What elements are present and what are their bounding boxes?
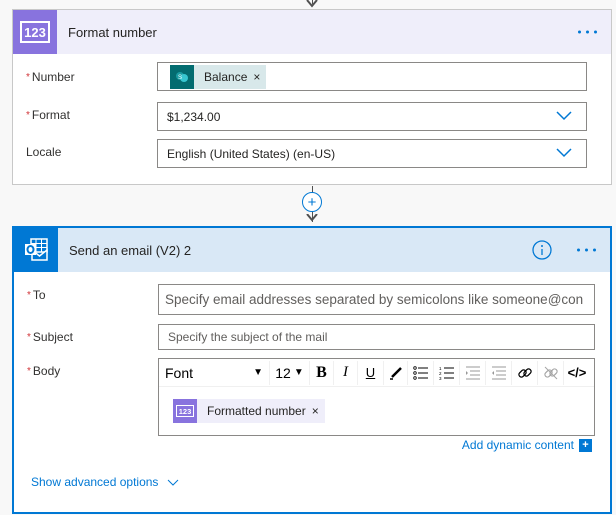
send-email-card: Send an email (V2) 2 * To Specify email a… bbox=[12, 226, 612, 514]
chevron-down-icon[interactable] bbox=[556, 111, 572, 121]
font-select[interactable]: Font ▼ bbox=[159, 360, 270, 385]
card-title: Format number bbox=[68, 24, 157, 40]
svg-text:123: 123 bbox=[24, 25, 46, 40]
subject-placeholder: Specify the subject of the mail bbox=[168, 330, 328, 344]
to-label: * To bbox=[27, 288, 46, 302]
indent-decrease-icon[interactable] bbox=[486, 360, 512, 385]
card-title: Send an email (V2) 2 bbox=[69, 242, 192, 258]
font-select-value: Font bbox=[165, 364, 194, 381]
font-size-value: 12 bbox=[275, 364, 291, 381]
outlook-icon bbox=[14, 228, 58, 272]
pen-icon[interactable] bbox=[384, 360, 408, 385]
locale-dropdown[interactable]: English (United States) (en-US) bbox=[157, 139, 587, 168]
locale-value: English (United States) (en-US) bbox=[167, 146, 336, 161]
arrow-down-icon bbox=[306, 0, 318, 8]
font-size-select[interactable]: 12 ▼ bbox=[270, 360, 310, 385]
ellipsis-icon[interactable] bbox=[578, 30, 597, 34]
numbered-list-icon[interactable]: 123 bbox=[434, 360, 460, 385]
body-label: * Body bbox=[27, 364, 61, 378]
plus-icon[interactable]: + bbox=[579, 438, 592, 452]
subject-input[interactable]: Specify the subject of the mail bbox=[158, 324, 595, 350]
add-dynamic-content[interactable]: Add dynamic content + bbox=[462, 438, 592, 452]
format-label: * Format bbox=[26, 108, 70, 122]
formatted-number-token[interactable]: 123 Formatted number × bbox=[173, 399, 325, 423]
to-input[interactable]: Specify email addresses separated by sem… bbox=[158, 284, 595, 315]
close-icon[interactable]: × bbox=[251, 70, 266, 84]
format-number-header[interactable]: 123 Format number bbox=[13, 10, 611, 54]
info-icon[interactable] bbox=[532, 240, 552, 260]
plus-circle-icon[interactable]: + bbox=[302, 192, 322, 212]
svg-text:3: 3 bbox=[439, 376, 442, 380]
balance-token[interactable]: S Balance × bbox=[170, 64, 267, 89]
arrow-down-icon bbox=[306, 214, 318, 222]
ellipsis-icon[interactable] bbox=[577, 248, 596, 252]
chevron-down-icon[interactable] bbox=[556, 148, 572, 158]
underline-button[interactable]: U bbox=[358, 360, 384, 385]
subject-label: * Subject bbox=[27, 330, 73, 344]
chevron-down-icon[interactable] bbox=[167, 479, 179, 486]
italic-button[interactable]: I bbox=[334, 360, 358, 385]
code-view-button[interactable]: </> bbox=[564, 361, 590, 385]
locale-label: Locale bbox=[26, 145, 62, 159]
format-dropdown[interactable]: $1,234.00 bbox=[157, 102, 587, 131]
body-editor[interactable]: Font ▼ 12 ▼ B I U 123 </> 123 Formatted … bbox=[158, 358, 595, 436]
number-input[interactable]: S Balance × bbox=[157, 62, 587, 91]
format-value: $1,234.00 bbox=[167, 109, 221, 124]
token-label: Formatted number bbox=[207, 404, 306, 418]
svg-text:S: S bbox=[178, 75, 182, 81]
close-icon[interactable]: × bbox=[310, 404, 325, 418]
caret-down-icon: ▼ bbox=[293, 367, 304, 378]
token-label: Balance bbox=[204, 69, 248, 84]
body-toolbar: Font ▼ 12 ▼ B I U 123 </> bbox=[159, 359, 594, 387]
number-123-icon: 123 bbox=[13, 10, 57, 54]
svg-text:123: 123 bbox=[179, 407, 192, 416]
indent-increase-icon[interactable] bbox=[460, 360, 486, 385]
add-dynamic-content-link[interactable]: Add dynamic content bbox=[462, 438, 574, 452]
bulleted-list-icon[interactable] bbox=[408, 360, 434, 385]
show-advanced-options[interactable]: Show advanced options bbox=[31, 475, 179, 489]
send-email-header[interactable]: Send an email (V2) 2 bbox=[14, 228, 610, 272]
number-123-icon: 123 bbox=[173, 399, 197, 423]
link-icon[interactable] bbox=[512, 360, 538, 385]
to-placeholder: Specify email addresses separated by sem… bbox=[165, 292, 584, 307]
unlink-icon[interactable] bbox=[538, 360, 564, 385]
format-number-card: 123 Format number * Number S Balance × * F… bbox=[12, 9, 612, 185]
caret-down-icon: ▼ bbox=[253, 367, 263, 378]
show-advanced-options-link[interactable]: Show advanced options bbox=[31, 475, 158, 489]
bold-button[interactable]: B bbox=[310, 360, 334, 385]
number-label: * Number bbox=[26, 70, 75, 84]
sharepoint-icon: S bbox=[170, 64, 194, 89]
